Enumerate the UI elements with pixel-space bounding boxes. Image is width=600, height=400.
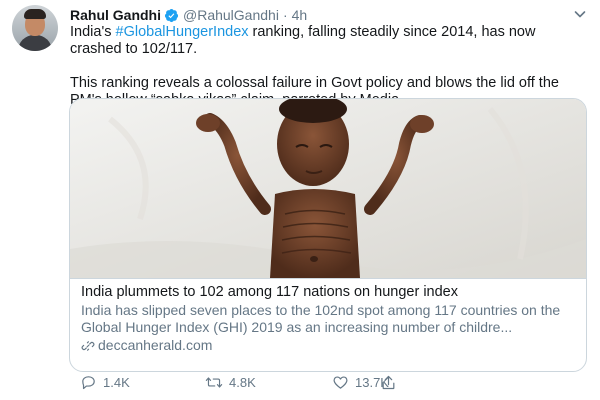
link-card[interactable]: India plummets to 102 among 117 nations … (69, 98, 587, 372)
chevron-down-icon[interactable] (572, 6, 588, 22)
avatar-hair (24, 9, 46, 19)
separator-dot: · (282, 7, 288, 23)
card-body[interactable]: India plummets to 102 among 117 nations … (70, 279, 586, 354)
card-description: India has slipped seven places to the 10… (81, 302, 561, 335)
retweet-count: 4.8K (229, 375, 256, 390)
card-domain[interactable]: deccanherald.com (81, 337, 575, 354)
link-icon (81, 340, 95, 351)
hashtag-link[interactable]: #GlobalHungerIndex (116, 24, 249, 40)
reply-button[interactable]: 1.4K (80, 374, 130, 391)
card-domain-text[interactable]: deccanherald.com (98, 337, 212, 354)
reply-count: 1.4K (103, 375, 130, 390)
text-line1-prefix: India's (70, 24, 116, 40)
timestamp[interactable]: 4h (292, 7, 308, 23)
tweet-header: Rahul Gandhi @RahulGandhi · 4h (70, 6, 307, 24)
tweet-paragraph-1: India's #GlobalHungerIndex ranking, fall… (70, 24, 590, 58)
card-photo (70, 99, 586, 278)
retweet-button[interactable]: 4.8K (205, 374, 256, 391)
avatar[interactable] (12, 5, 58, 51)
tweet-actions: 1.4K 4.8K 13.7K (70, 374, 590, 394)
share-icon (382, 375, 395, 390)
tweet[interactable]: Rahul Gandhi @RahulGandhi · 4h India's #… (0, 0, 600, 400)
share-button[interactable] (380, 374, 403, 391)
display-name[interactable]: Rahul Gandhi (70, 7, 161, 23)
avatar-body (18, 35, 52, 51)
reply-icon (82, 376, 95, 390)
handle[interactable]: @RahulGandhi (183, 7, 279, 23)
verified-badge-icon (164, 8, 179, 23)
tweet-text: India's #GlobalHungerIndex ranking, fall… (70, 24, 590, 109)
heart-icon (333, 376, 348, 389)
card-image[interactable] (70, 99, 586, 279)
card-title[interactable]: India plummets to 102 among 117 nations … (81, 284, 575, 301)
retweet-icon (205, 377, 223, 388)
